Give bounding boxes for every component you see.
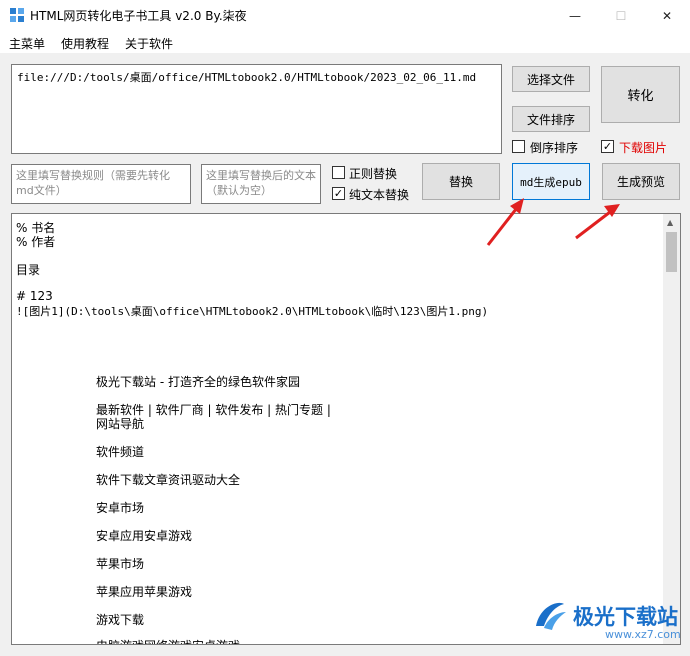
content-line: ![图片1](D:\tools\桌面\office\HTMLtobook2.0\… [16, 305, 489, 318]
vertical-scrollbar[interactable]: ▲ [663, 214, 680, 644]
menu-about[interactable]: 关于软件 [125, 35, 173, 52]
download-images-checkbox[interactable]: ✓ [601, 140, 614, 153]
close-button[interactable]: ✕ [644, 0, 690, 31]
content-line: 极光下载站 - 打造齐全的绿色软件家园 [96, 375, 300, 389]
content-line: 安卓应用安卓游戏 [96, 529, 193, 543]
content-line: 苹果市场 [96, 557, 145, 571]
content-line: 游戏下载 [96, 613, 145, 627]
menu-main[interactable]: 主菜单 [9, 35, 45, 52]
replace-result-input[interactable]: 这里填写替换后的文本（默认为空） [201, 164, 321, 204]
replace-rule-input[interactable]: 这里填写替换规则（需要先转化md文件） [11, 164, 191, 204]
generate-preview-button[interactable]: 生成预览 [602, 163, 680, 200]
content-line: 安卓市场 [96, 501, 145, 515]
watermark-name: 极光下载站 [573, 605, 678, 629]
download-images-label: 下载图片 [619, 141, 668, 155]
content-line: 苹果应用苹果游戏 [96, 585, 193, 599]
plain-text-replace-label: 纯文本替换 [349, 188, 410, 202]
watermark-logo-icon [536, 602, 566, 630]
regex-replace-checkbox[interactable] [332, 166, 345, 179]
app-icon [10, 8, 24, 22]
scroll-up-icon[interactable]: ▲ [667, 218, 673, 227]
content-textarea[interactable]: % 书名 % 作者 目录 # 123 ![图片1](D:\tools\桌面\of… [11, 213, 681, 645]
minimize-button[interactable]: — [552, 0, 598, 31]
file-path-textarea[interactable]: file:///D:/tools/桌面/office/HTMLtobook2.0… [11, 64, 502, 154]
content-line: # 123 [16, 289, 53, 303]
maximize-button[interactable]: ☐ [598, 0, 644, 31]
menu-tutorial[interactable]: 使用教程 [61, 35, 109, 52]
file-path-text: file:///D:/tools/桌面/office/HTMLtobook2.0… [17, 71, 477, 84]
content-line: 软件频道 [96, 445, 145, 459]
content-line: 软件下载文章资讯驱动大全 [96, 473, 241, 487]
select-file-button[interactable]: 选择文件 [512, 66, 590, 92]
window-title: HTML网页转化电子书工具 v2.0 By.柒夜 [30, 9, 247, 23]
plain-text-replace-checkbox[interactable]: ✓ [332, 187, 345, 200]
close-icon: ✕ [661, 8, 673, 23]
convert-button[interactable]: 转化 [601, 66, 680, 123]
content-line: 网站导航 [96, 417, 145, 431]
replace-button[interactable]: 替换 [422, 163, 500, 200]
content-line: 目录 [16, 263, 41, 277]
watermark-url: www.xz7.com [605, 628, 681, 641]
sort-files-button[interactable]: 文件排序 [512, 106, 590, 132]
content-line: 电脑游戏网络游戏安卓游戏 [96, 637, 240, 644]
minimize-icon: — [569, 8, 581, 23]
content-line: % 作者 [16, 235, 56, 249]
regex-replace-label: 正则替换 [349, 167, 398, 181]
md-to-epub-button[interactable]: md生成epub [512, 163, 590, 200]
scrollbar-thumb[interactable] [666, 232, 677, 272]
reverse-sort-checkbox[interactable] [512, 140, 525, 153]
maximize-icon: ☐ [615, 8, 627, 23]
reverse-sort-label: 倒序排序 [530, 141, 579, 155]
